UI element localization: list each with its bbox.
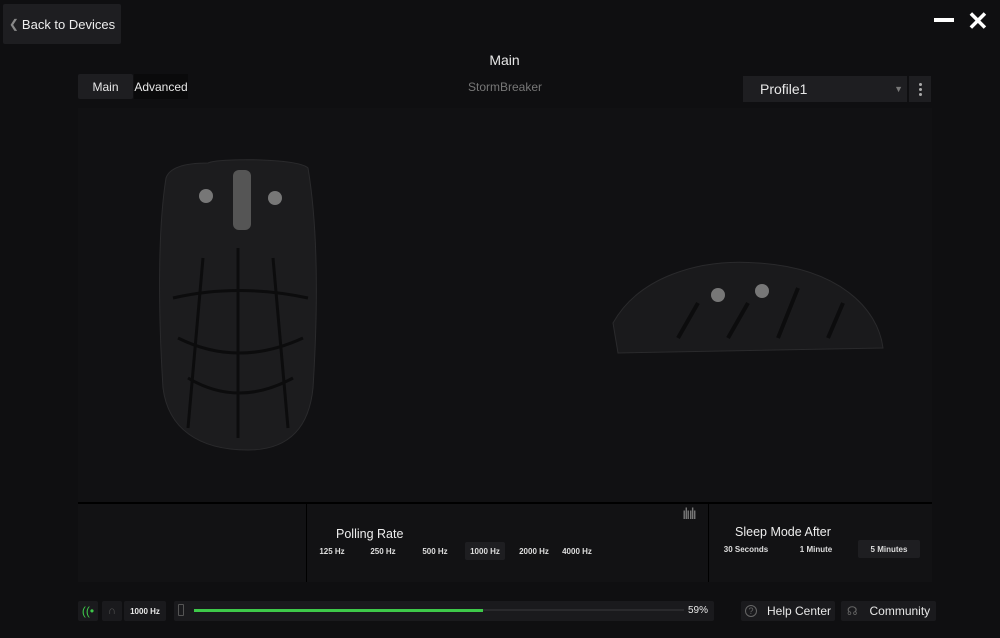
help-center-button[interactable]: ? Help Center	[741, 601, 835, 621]
help-icon: ?	[744, 605, 757, 617]
battery-percent: 59%	[688, 605, 709, 616]
sleep-option-selected[interactable]: 5 Minutes	[858, 540, 920, 558]
polling-option[interactable]: 500 Hz	[413, 542, 457, 560]
polling-option[interactable]: 125 Hz	[311, 542, 353, 560]
waveform-icon: ılıılı	[682, 506, 697, 523]
sleep-mode-options: 30 Seconds 1 Minute 5 Minutes	[718, 540, 920, 558]
headset-icon: ☊	[846, 604, 858, 618]
device-preview	[78, 108, 932, 502]
community-label: Community	[869, 604, 931, 618]
minimize-button[interactable]	[934, 18, 954, 22]
profile-value: Profile1	[760, 81, 808, 97]
divider	[306, 504, 307, 582]
divider	[708, 504, 709, 582]
polling-rate-options: 125 Hz 250 Hz 500 Hz 1000 Hz 2000 Hz 400…	[311, 542, 595, 560]
polling-option[interactable]: 250 Hz	[353, 542, 413, 560]
wireless-icon: ((•	[78, 601, 98, 621]
profile-menu-button[interactable]	[909, 76, 931, 102]
help-label: Help Center	[766, 604, 832, 618]
polling-option-selected[interactable]: 1000 Hz	[465, 542, 505, 560]
polling-option[interactable]: 4000 Hz	[559, 542, 595, 560]
tab-advanced[interactable]: Advanced	[134, 74, 188, 99]
polling-status: 1000 Hz	[124, 601, 166, 621]
mouse-side-view-image	[612, 261, 884, 354]
battery-icon	[178, 604, 184, 616]
back-to-devices-button[interactable]: ❮ Back to Devices	[3, 4, 121, 44]
sleep-mode-label: Sleep Mode After	[735, 525, 831, 539]
profile-select[interactable]: Profile1 ▼	[743, 76, 907, 102]
sleep-option[interactable]: 30 Seconds	[718, 540, 774, 558]
close-button[interactable]: ✕	[967, 6, 989, 37]
tab-main[interactable]: Main	[78, 74, 133, 99]
chevron-left-icon: ❮	[8, 17, 19, 31]
cable-icon: ∩	[102, 601, 122, 621]
polling-option[interactable]: 2000 Hz	[509, 542, 559, 560]
community-button[interactable]: ☊ Community	[841, 601, 936, 621]
battery-fill	[194, 609, 484, 612]
device-name: StormBreaker	[467, 80, 543, 94]
page-title: Main	[489, 52, 520, 68]
caret-down-icon: ▼	[894, 84, 903, 94]
sleep-option[interactable]: 1 Minute	[774, 540, 858, 558]
back-label: Back to Devices	[21, 16, 116, 32]
polling-rate-label: Polling Rate	[336, 527, 404, 541]
